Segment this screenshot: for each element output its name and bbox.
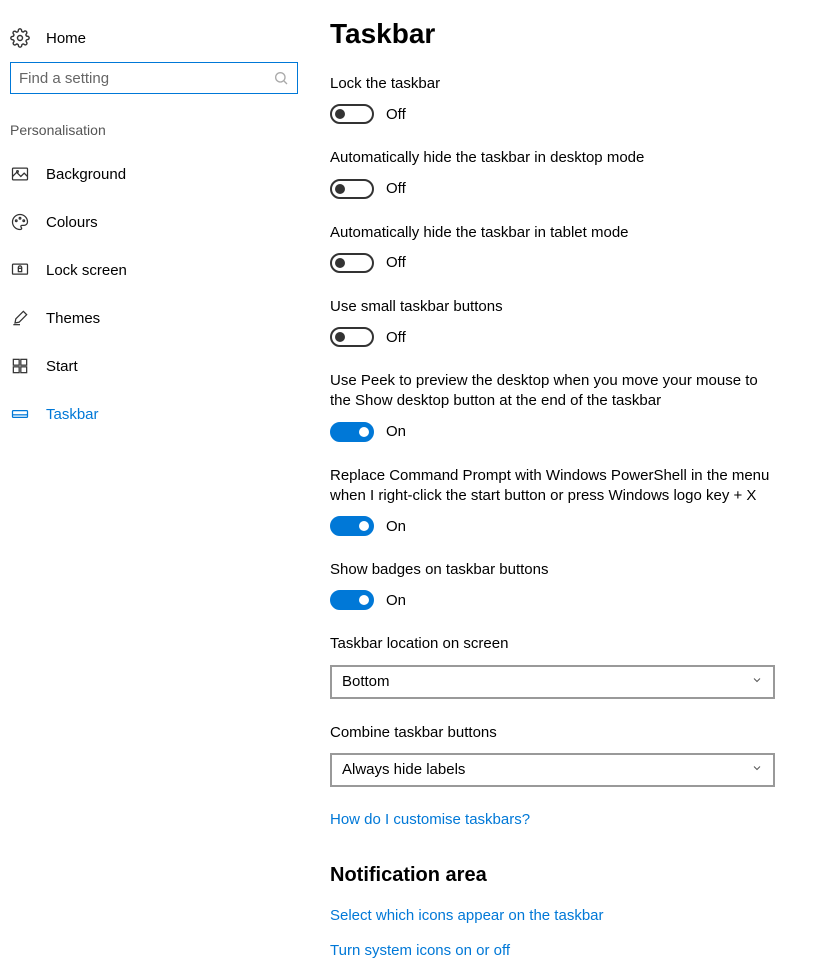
setting-label: Automatically hide the taskbar in deskto… — [330, 148, 780, 168]
search-icon — [273, 70, 289, 86]
sidebar-item-label: Colours — [46, 214, 98, 231]
page-title: Taskbar — [330, 18, 783, 50]
toggle-state: On — [386, 592, 406, 609]
setting-label: Show badges on taskbar buttons — [330, 560, 780, 580]
image-icon — [10, 164, 30, 184]
sidebar-item-label: Themes — [46, 310, 100, 327]
setting-lock-taskbar: Lock the taskbar Off — [330, 74, 780, 124]
toggle-state: Off — [386, 254, 406, 271]
toggle-powershell[interactable] — [330, 516, 374, 536]
setting-autohide-desktop: Automatically hide the taskbar in deskto… — [330, 148, 780, 198]
dropdown-value: Always hide labels — [342, 761, 465, 778]
setting-small-buttons: Use small taskbar buttons Off — [330, 297, 780, 347]
toggle-state: On — [386, 518, 406, 535]
setting-combine-buttons: Combine taskbar buttons Always hide labe… — [330, 723, 780, 787]
setting-label: Lock the taskbar — [330, 74, 780, 94]
setting-label: Taskbar location on screen — [330, 634, 780, 654]
home-button[interactable]: Home — [10, 22, 290, 62]
toggle-small-buttons[interactable] — [330, 327, 374, 347]
sidebar-category: Personalisation — [10, 122, 290, 150]
toggle-peek[interactable] — [330, 422, 374, 442]
sidebar-item-background[interactable]: Background — [10, 150, 290, 198]
sidebar: Home Personalisation Background Colours — [0, 0, 300, 961]
chevron-down-icon — [751, 761, 763, 778]
lock-screen-icon — [10, 260, 30, 280]
chevron-down-icon — [751, 673, 763, 690]
dropdown-taskbar-location[interactable]: Bottom — [330, 665, 775, 699]
toggle-lock-taskbar[interactable] — [330, 104, 374, 124]
main-content: Taskbar Lock the taskbar Off Automatical… — [300, 0, 813, 961]
palette-icon — [10, 212, 30, 232]
sidebar-item-label: Background — [46, 166, 126, 183]
link-system-icons[interactable]: Turn system icons on or off — [330, 942, 783, 959]
dropdown-combine-buttons[interactable]: Always hide labels — [330, 753, 775, 787]
sidebar-item-taskbar[interactable]: Taskbar — [10, 390, 290, 438]
toggle-autohide-tablet[interactable] — [330, 253, 374, 273]
sidebar-item-label: Taskbar — [46, 406, 99, 423]
sidebar-item-themes[interactable]: Themes — [10, 294, 290, 342]
setting-label: Combine taskbar buttons — [330, 723, 780, 743]
setting-powershell: Replace Command Prompt with Windows Powe… — [330, 466, 780, 537]
gear-icon — [10, 28, 30, 48]
dropdown-value: Bottom — [342, 673, 390, 690]
toggle-state: On — [386, 423, 406, 440]
sidebar-item-colours[interactable]: Colours — [10, 198, 290, 246]
toggle-state: Off — [386, 106, 406, 123]
toggle-autohide-desktop[interactable] — [330, 179, 374, 199]
home-label: Home — [46, 30, 86, 47]
help-link[interactable]: How do I customise taskbars? — [330, 811, 783, 828]
start-icon — [10, 356, 30, 376]
toggle-state: Off — [386, 180, 406, 197]
toggle-state: Off — [386, 329, 406, 346]
brush-icon — [10, 308, 30, 328]
link-select-icons[interactable]: Select which icons appear on the taskbar — [330, 907, 783, 924]
setting-label: Replace Command Prompt with Windows Powe… — [330, 466, 780, 507]
setting-badges: Show badges on taskbar buttons On — [330, 560, 780, 610]
toggle-badges[interactable] — [330, 590, 374, 610]
setting-peek: Use Peek to preview the desktop when you… — [330, 371, 780, 442]
sidebar-item-start[interactable]: Start — [10, 342, 290, 390]
taskbar-icon — [10, 404, 30, 424]
sidebar-item-lock-screen[interactable]: Lock screen — [10, 246, 290, 294]
setting-taskbar-location: Taskbar location on screen Bottom — [330, 634, 780, 698]
sidebar-item-label: Lock screen — [46, 262, 127, 279]
setting-label: Use small taskbar buttons — [330, 297, 780, 317]
search-input[interactable] — [19, 70, 273, 87]
section-notification-area: Notification area — [330, 864, 783, 887]
setting-label: Automatically hide the taskbar in tablet… — [330, 223, 780, 243]
sidebar-item-label: Start — [46, 358, 78, 375]
search-input-container[interactable] — [10, 62, 298, 94]
setting-autohide-tablet: Automatically hide the taskbar in tablet… — [330, 223, 780, 273]
setting-label: Use Peek to preview the desktop when you… — [330, 371, 780, 412]
